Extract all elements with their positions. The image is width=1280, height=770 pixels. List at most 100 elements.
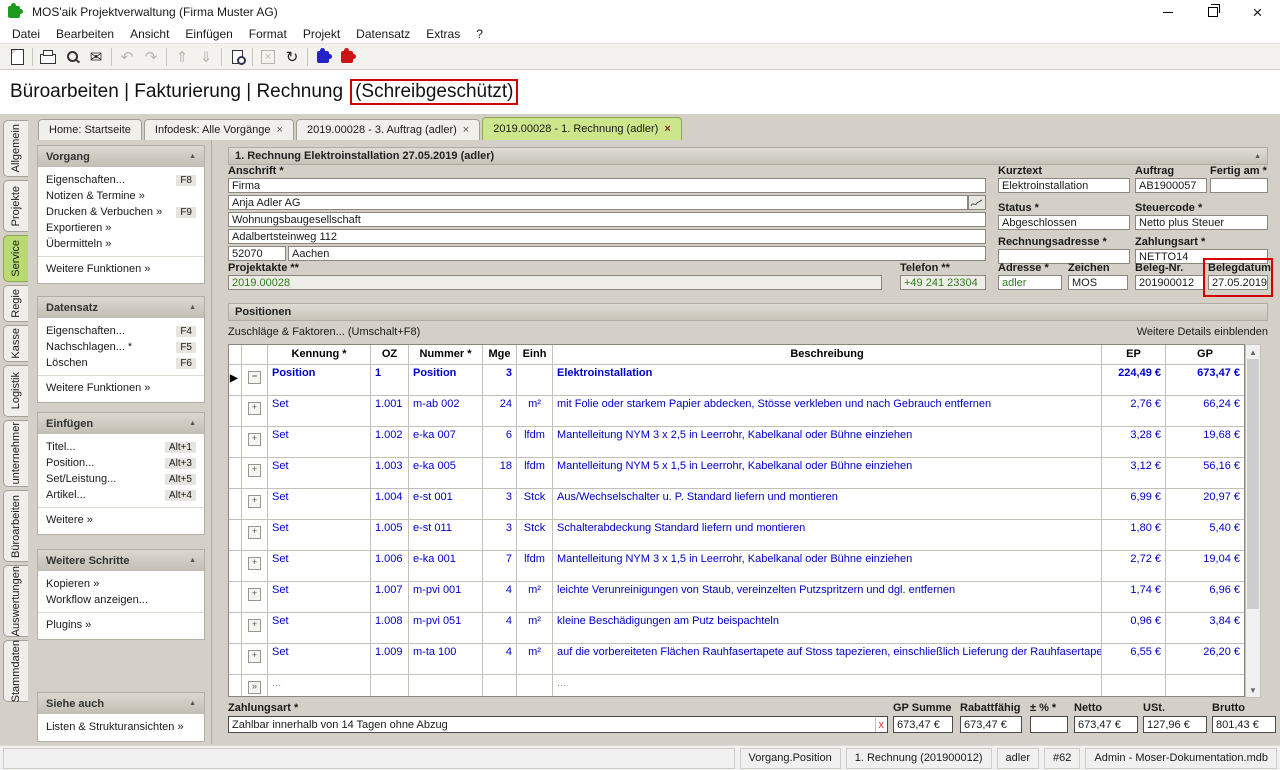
plugin-red-button[interactable] xyxy=(335,46,359,68)
module-tab-stammdaten[interactable]: Stammdaten xyxy=(3,640,28,702)
weitere-details-link[interactable]: Weitere Details einblenden xyxy=(1137,326,1268,338)
ort-field[interactable]: Aachen xyxy=(288,246,986,261)
expand-icon[interactable]: + xyxy=(248,402,261,415)
menu-hilfe[interactable]: ? xyxy=(468,27,491,41)
sidebar-item-eigenschaften-ds[interactable]: Eigenschaften... F4 xyxy=(38,323,204,339)
undo-button[interactable] xyxy=(115,46,139,68)
move-up-button[interactable] xyxy=(170,46,194,68)
more-rows-icon[interactable]: » xyxy=(248,681,261,694)
menu-datei[interactable]: Datei xyxy=(4,27,48,41)
sidebar-item-kopieren[interactable]: Kopieren » xyxy=(38,576,204,592)
menu-format[interactable]: Format xyxy=(241,27,295,41)
sidebar-item-titel[interactable]: Titel... Alt+1 xyxy=(38,439,204,455)
module-tab-kasse[interactable]: Kasse xyxy=(3,325,28,362)
expand-icon[interactable]: + xyxy=(248,557,261,570)
plugin-blue-button[interactable] xyxy=(311,46,335,68)
zuschlaege-link[interactable]: Zuschläge & Faktoren... (Umschalt+F8) xyxy=(228,326,420,338)
menu-ansicht[interactable]: Ansicht xyxy=(122,27,177,41)
col-mge[interactable]: Mge xyxy=(483,345,517,364)
table-row-set[interactable]: + Set 1.003 e-ka 005 18 lfdm Mantelleitu… xyxy=(229,458,1244,489)
sidebar-item-notizen[interactable]: Notizen & Termine » xyxy=(38,188,204,204)
scroll-down-icon[interactable]: ▼ xyxy=(1249,683,1257,697)
move-down-button[interactable] xyxy=(194,46,218,68)
signature-button[interactable] xyxy=(968,195,986,210)
module-tab-projekte[interactable]: Projekte xyxy=(3,180,28,232)
module-tab-regie[interactable]: Regie xyxy=(3,285,28,322)
sidebar-item-weitere[interactable]: Weitere » xyxy=(38,507,204,528)
tab-close-icon[interactable]: × xyxy=(463,124,469,136)
table-row-more[interactable]: » ... ... xyxy=(229,675,1244,696)
pct-field[interactable] xyxy=(1030,716,1068,733)
print-button[interactable] xyxy=(36,46,60,68)
table-row-set[interactable]: + Set 1.004 e-st 001 3 Stck Aus/Wechsels… xyxy=(229,489,1244,520)
sidebar-item-position[interactable]: Position... Alt+3 xyxy=(38,455,204,471)
anschrift-line1-field[interactable]: Firma xyxy=(228,178,986,193)
table-row-set[interactable]: + Set 1.009 m-ta 100 4 m² auf die vorber… xyxy=(229,644,1244,675)
kurztext-field[interactable]: Elektroinstallation xyxy=(998,178,1130,193)
fertig-am-field[interactable] xyxy=(1210,178,1268,193)
table-row-set[interactable]: + Set 1.008 m-pvi 051 4 m² kleine Beschä… xyxy=(229,613,1244,644)
menu-einfuegen[interactable]: Einfügen xyxy=(177,27,240,41)
print-preview-button[interactable] xyxy=(60,46,84,68)
menu-datensatz[interactable]: Datensatz xyxy=(348,27,418,41)
sidebar-item-listen[interactable]: Listen & Strukturansichten » xyxy=(38,719,204,735)
expand-icon[interactable]: + xyxy=(248,588,261,601)
menu-bearbeiten[interactable]: Bearbeiten xyxy=(48,27,122,41)
table-row-position[interactable]: − Position 1 Position 3 Elektroinstallat… xyxy=(229,365,1244,396)
expand-icon[interactable]: + xyxy=(248,619,261,632)
auftrag-field[interactable]: AB1900057 xyxy=(1135,178,1207,193)
panel-header[interactable]: Datensatz xyxy=(38,297,204,318)
col-nummer[interactable]: Nummer * xyxy=(409,345,483,364)
table-row-set[interactable]: + Set 1.006 e-ka 001 7 lfdm Mantelleitun… xyxy=(229,551,1244,582)
restore-button[interactable] xyxy=(1190,0,1235,24)
stop-button[interactable]: × xyxy=(256,46,280,68)
projektakte-field[interactable]: 2019.00028 xyxy=(228,275,882,290)
col-gp[interactable]: GP xyxy=(1166,345,1244,364)
email-button[interactable] xyxy=(84,46,108,68)
sidebar-item-loeschen[interactable]: Löschen F6 xyxy=(38,355,204,371)
redo-button[interactable] xyxy=(139,46,163,68)
sidebar-item-weitere-funktionen[interactable]: Weitere Funktionen » xyxy=(38,256,204,277)
sidebar-item-plugins[interactable]: Plugins » xyxy=(38,612,204,633)
table-row-set[interactable]: + Set 1.002 e-ka 007 6 lfdm Mantelleitun… xyxy=(229,427,1244,458)
panel-header[interactable]: Weitere Schritte xyxy=(38,550,204,571)
module-tab-service[interactable]: Service xyxy=(3,235,28,282)
collapse-icon[interactable]: − xyxy=(248,371,261,384)
anschrift-line2-field[interactable]: Anja Adler AG xyxy=(228,195,968,210)
panel-header[interactable]: Siehe auch xyxy=(38,693,204,714)
sidebar-item-weitere-funktionen-ds[interactable]: Weitere Funktionen » xyxy=(38,375,204,396)
anschrift-line3-field[interactable]: Wohnungsbaugesellschaft xyxy=(228,212,986,227)
minimize-button[interactable] xyxy=(1145,0,1190,24)
collapse-icon[interactable]: ▲ xyxy=(1254,153,1261,160)
menu-extras[interactable]: Extras xyxy=(418,27,468,41)
panel-header[interactable]: Vorgang xyxy=(38,146,204,167)
module-tab-allgemein[interactable]: Allgemein xyxy=(3,120,28,177)
document-search-button[interactable] xyxy=(225,46,249,68)
menu-projekt[interactable]: Projekt xyxy=(295,27,348,41)
col-kennung[interactable]: Kennung * xyxy=(268,345,371,364)
sidebar-item-exportieren[interactable]: Exportieren » xyxy=(38,220,204,236)
col-einh[interactable]: Einh xyxy=(517,345,553,364)
tab-infodesk[interactable]: Infodesk: Alle Vorgänge × xyxy=(143,119,294,140)
table-row-set[interactable]: + Set 1.007 m-pvi 001 4 m² leichte Verun… xyxy=(229,582,1244,613)
tab-rechnung-active[interactable]: 2019.00028 - 1. Rechnung (adler) × xyxy=(482,117,682,140)
tab-auftrag[interactable]: 2019.00028 - 3. Auftrag (adler) × xyxy=(295,119,481,140)
sidebar-item-workflow[interactable]: Workflow anzeigen... xyxy=(38,592,204,608)
sidebar-item-set-leistung[interactable]: Set/Leistung... Alt+5 xyxy=(38,471,204,487)
adresse-field[interactable]: adler xyxy=(998,275,1062,290)
table-scrollbar[interactable]: ▲ ▼ xyxy=(1245,344,1261,698)
sidebar-item-uebermitteln[interactable]: Übermitteln » xyxy=(38,236,204,252)
tab-close-icon[interactable]: × xyxy=(664,123,670,135)
module-tab-auswertungen[interactable]: Auswertungen xyxy=(3,565,28,637)
telefon-field[interactable]: +49 241 23304 xyxy=(900,275,986,290)
refresh-button[interactable] xyxy=(280,46,304,68)
col-oz[interactable]: OZ xyxy=(371,345,409,364)
close-button[interactable] xyxy=(1235,0,1280,24)
module-tab-logistik[interactable]: Logistik xyxy=(3,365,28,417)
scrollbar-thumb[interactable] xyxy=(1247,359,1259,609)
expand-icon[interactable]: + xyxy=(248,433,261,446)
tab-home[interactable]: Home: Startseite xyxy=(38,119,142,140)
module-tab-bueroarbeiten[interactable]: Büroarbeiten xyxy=(3,490,28,562)
anschrift-line4-field[interactable]: Adalbertsteinweg 112 xyxy=(228,229,986,244)
steuercode-field[interactable]: Netto plus Steuer xyxy=(1135,215,1268,230)
